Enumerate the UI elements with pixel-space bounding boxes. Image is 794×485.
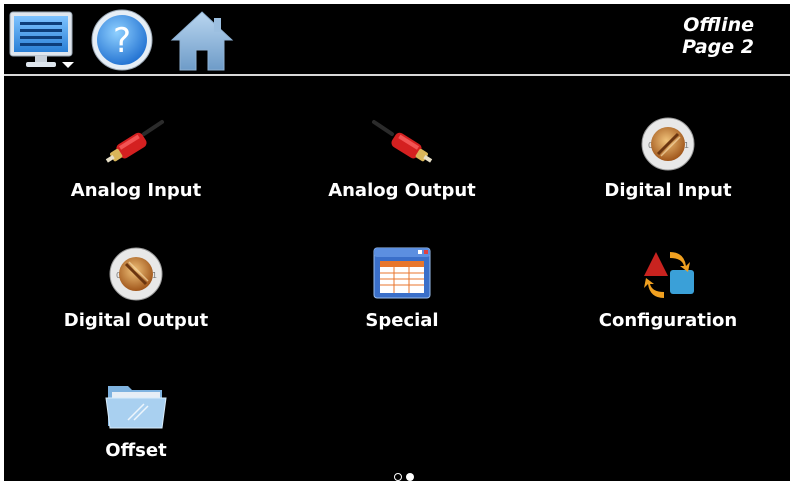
menu-item-analog-output[interactable]: Analog Output	[272, 112, 532, 222]
menu-item-configuration[interactable]: Configuration	[538, 242, 790, 352]
svg-text:?: ?	[113, 21, 131, 61]
menu-item-offset[interactable]: Offset	[6, 372, 266, 481]
page-dot-2[interactable]	[406, 473, 414, 481]
menu-item-label: Digital Input	[604, 180, 732, 201]
menu-item-analog-input[interactable]: Analog Input	[6, 112, 266, 222]
window-table-icon	[373, 247, 431, 299]
menu-item-label: Offset	[105, 440, 167, 461]
monitor-menu-button[interactable]	[8, 10, 80, 72]
menu-item-label: Analog Input	[70, 180, 202, 201]
menu-item-label: Analog Output	[328, 180, 476, 201]
folder-icon	[105, 386, 167, 429]
rca-cable-icon	[372, 120, 433, 163]
monitor-menu-icon	[9, 11, 74, 68]
page-dot-1[interactable]	[394, 473, 402, 481]
menu-item-label: Configuration	[598, 310, 738, 331]
shapes-cycle-icon	[644, 252, 694, 298]
page-indicator-text: Page 2	[682, 36, 754, 58]
screen: ? Offline Page 2 Analog Input Analog Out…	[4, 4, 790, 481]
menu-item-digital-output[interactable]: 0 1 Digital Output	[6, 242, 266, 352]
help-icon: ?	[91, 9, 153, 71]
header-bar: ? Offline Page 2	[4, 4, 790, 74]
connection-status: Offline	[683, 14, 754, 36]
menu-item-digital-input[interactable]: 0 1 Digital Input	[538, 112, 790, 222]
menu-item-label: Digital Output	[63, 310, 209, 331]
rca-cable-icon	[105, 120, 164, 163]
home-icon	[170, 11, 234, 71]
page-dots	[392, 472, 416, 481]
toggle-knob-icon: 0 1	[109, 247, 163, 301]
menu-item-label: Special	[365, 310, 439, 331]
toggle-knob-icon: 0 1	[641, 117, 695, 171]
menu-item-special[interactable]: Special	[272, 242, 532, 352]
header-divider	[4, 74, 790, 76]
status-display: Offline Page 2	[682, 14, 754, 58]
help-button[interactable]: ?	[90, 8, 154, 72]
home-button[interactable]	[168, 8, 236, 72]
